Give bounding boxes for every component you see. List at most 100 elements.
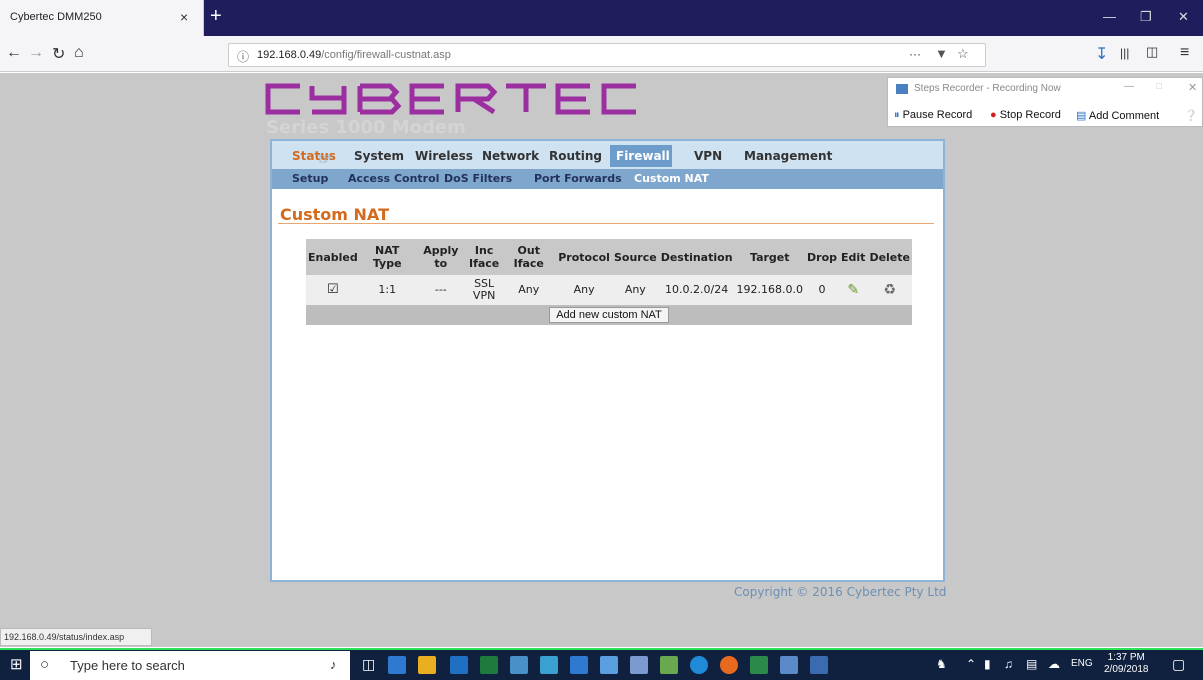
- cortana-icon: ○: [40, 656, 50, 673]
- pause-icon: ⏸: [894, 109, 900, 121]
- reload-icon[interactable]: ↻: [52, 44, 65, 64]
- out-iface-cell: Any: [501, 275, 557, 305]
- sr-close-icon[interactable]: ✕: [1188, 81, 1197, 94]
- col-source: Source: [611, 239, 659, 275]
- submenu-port-forwards[interactable]: Port Forwards: [534, 172, 622, 185]
- menu-network[interactable]: Network: [482, 149, 539, 163]
- main-menu: Status System Wireless Network Routing F…: [272, 141, 943, 169]
- apply-to-cell: ---: [414, 275, 467, 305]
- taskbar-clock[interactable]: 1:37 PM 2/09/2018: [1104, 652, 1149, 676]
- steps-recorder-window[interactable]: Steps Recorder - Recording Now — □ ✕ ⏸ P…: [887, 77, 1203, 127]
- downloads-icon[interactable]: ↧: [1095, 44, 1108, 64]
- edge-icon[interactable]: [690, 656, 708, 674]
- excel-icon[interactable]: [480, 656, 498, 674]
- sidebar-icon[interactable]: ◫: [1146, 44, 1158, 60]
- restore-icon[interactable]: ❐: [1140, 9, 1152, 25]
- col-apply-to: Apply to: [414, 239, 467, 275]
- add-comment-button[interactable]: ▤ Add Comment: [1076, 109, 1159, 122]
- menu-routing[interactable]: Routing: [549, 149, 602, 163]
- new-tab-button[interactable]: +: [210, 5, 222, 28]
- close-window-icon[interactable]: ✕: [1178, 9, 1189, 25]
- submenu-custom-nat[interactable]: Custom NAT: [634, 172, 709, 185]
- col-delete: Delete: [867, 239, 912, 275]
- project-icon[interactable]: [750, 656, 768, 674]
- library-icon[interactable]: |||: [1120, 46, 1129, 60]
- battery-icon[interactable]: ▮: [984, 657, 991, 671]
- pause-record-button[interactable]: ⏸ Pause Record: [894, 109, 972, 122]
- firefox-icon[interactable]: [720, 656, 738, 674]
- sr-minimize-icon[interactable]: —: [1124, 81, 1134, 92]
- taskbar-app-1-icon[interactable]: [388, 656, 406, 674]
- task-view-icon[interactable]: ◫: [362, 656, 375, 673]
- enabled-checkbox[interactable]: ☑: [306, 275, 360, 305]
- add-custom-nat-button[interactable]: Add new custom NAT: [549, 307, 669, 323]
- delete-icon[interactable]: ♻: [867, 275, 912, 305]
- back-icon[interactable]: ←: [6, 44, 22, 62]
- steps-recorder-icon: [896, 84, 908, 94]
- custom-nat-table: Enabled NAT Type Apply to Inc Iface Out …: [306, 239, 912, 325]
- menu-system[interactable]: System: [354, 149, 404, 163]
- onedrive-icon[interactable]: ☁: [1048, 657, 1060, 671]
- add-row: Add new custom NAT: [306, 305, 912, 325]
- people-icon[interactable]: ♞: [936, 657, 947, 671]
- bookmark-star-icon[interactable]: ☆: [957, 46, 969, 62]
- col-drop: Drop: [805, 239, 840, 275]
- taskbar-app-8-icon[interactable]: [600, 656, 618, 674]
- target-cell: 192.168.0.0: [734, 275, 806, 305]
- logo-subtitle: Series 1000 Modem: [266, 117, 466, 138]
- add-row-cell: Add new custom NAT: [306, 305, 912, 325]
- taskbar-search[interactable]: ○ Type here to search ♪: [30, 651, 350, 680]
- submenu-setup[interactable]: Setup: [292, 172, 328, 185]
- menu-management[interactable]: Management: [744, 149, 832, 163]
- windows-start-icon[interactable]: ⊞: [10, 655, 23, 673]
- language-indicator[interactable]: ENG: [1071, 658, 1093, 669]
- stop-icon: ●: [990, 109, 997, 121]
- site-info-icon[interactable]: ⓘ: [237, 48, 249, 65]
- col-edit: Edit: [839, 239, 868, 275]
- cursor-hand-icon: ☞: [318, 151, 333, 168]
- submenu-dos-filters[interactable]: DoS Filters: [444, 172, 512, 185]
- minimize-icon[interactable]: —: [1103, 9, 1116, 24]
- url-text[interactable]: 192.168.0.49/config/firewall-custnat.asp: [257, 49, 451, 61]
- col-nat-type: NAT Type: [359, 239, 415, 275]
- microphone-icon[interactable]: ♪: [330, 657, 337, 672]
- menu-vpn[interactable]: VPN: [694, 149, 722, 163]
- menu-wireless[interactable]: Wireless: [415, 149, 473, 163]
- sub-menu: Setup Access Control DoS Filters Port Fo…: [272, 169, 943, 189]
- router-panel: Status System Wireless Network Routing F…: [270, 139, 945, 582]
- tab-close-icon[interactable]: ×: [180, 9, 188, 25]
- submenu-access-control[interactable]: Access Control: [348, 172, 439, 185]
- help-icon[interactable]: ❔: [1184, 109, 1198, 122]
- url-bar[interactable]: ⓘ 192.168.0.49/config/firewall-custnat.a…: [228, 43, 986, 67]
- col-destination: Destination: [658, 239, 735, 275]
- taskbar-app-10-icon[interactable]: [660, 656, 678, 674]
- forward-icon[interactable]: →: [28, 44, 44, 62]
- sr-maximize-icon[interactable]: □: [1156, 81, 1162, 92]
- browser-tab[interactable]: Cybertec DMM250 ×: [0, 0, 204, 36]
- outlook-icon[interactable]: [450, 656, 468, 674]
- taskbar-app-9-icon[interactable]: [630, 656, 648, 674]
- edit-icon[interactable]: ✎: [839, 275, 868, 305]
- cybertec-logo: [265, 83, 636, 115]
- home-icon[interactable]: ⌂: [74, 44, 84, 62]
- url-host: 192.168.0.49: [257, 49, 322, 61]
- protocol-cell: Any: [556, 275, 612, 305]
- taskbar-app-6-icon[interactable]: [540, 656, 558, 674]
- network-icon[interactable]: ▤: [1026, 657, 1037, 671]
- stop-record-button[interactable]: ● Stop Record: [990, 109, 1061, 121]
- menu-firewall[interactable]: Firewall: [616, 149, 670, 163]
- steps-recorder-taskbar-icon[interactable]: [810, 656, 828, 674]
- calculator-icon[interactable]: [570, 656, 588, 674]
- volume-icon[interactable]: ♫: [1004, 657, 1013, 671]
- title-divider: [278, 223, 934, 224]
- tray-expand-icon[interactable]: ⌃: [966, 657, 976, 671]
- steps-recorder-title: Steps Recorder - Recording Now: [914, 83, 1061, 94]
- notifications-icon[interactable]: ▢: [1172, 656, 1185, 673]
- taskbar-app-14-icon[interactable]: [780, 656, 798, 674]
- file-explorer-icon[interactable]: [418, 656, 436, 674]
- pocket-icon[interactable]: ▼: [935, 46, 948, 61]
- add-comment-label: Add Comment: [1088, 110, 1160, 122]
- taskbar-app-5-icon[interactable]: [510, 656, 528, 674]
- menu-icon[interactable]: ≡: [1180, 44, 1189, 62]
- page-actions-icon[interactable]: ···: [909, 47, 921, 61]
